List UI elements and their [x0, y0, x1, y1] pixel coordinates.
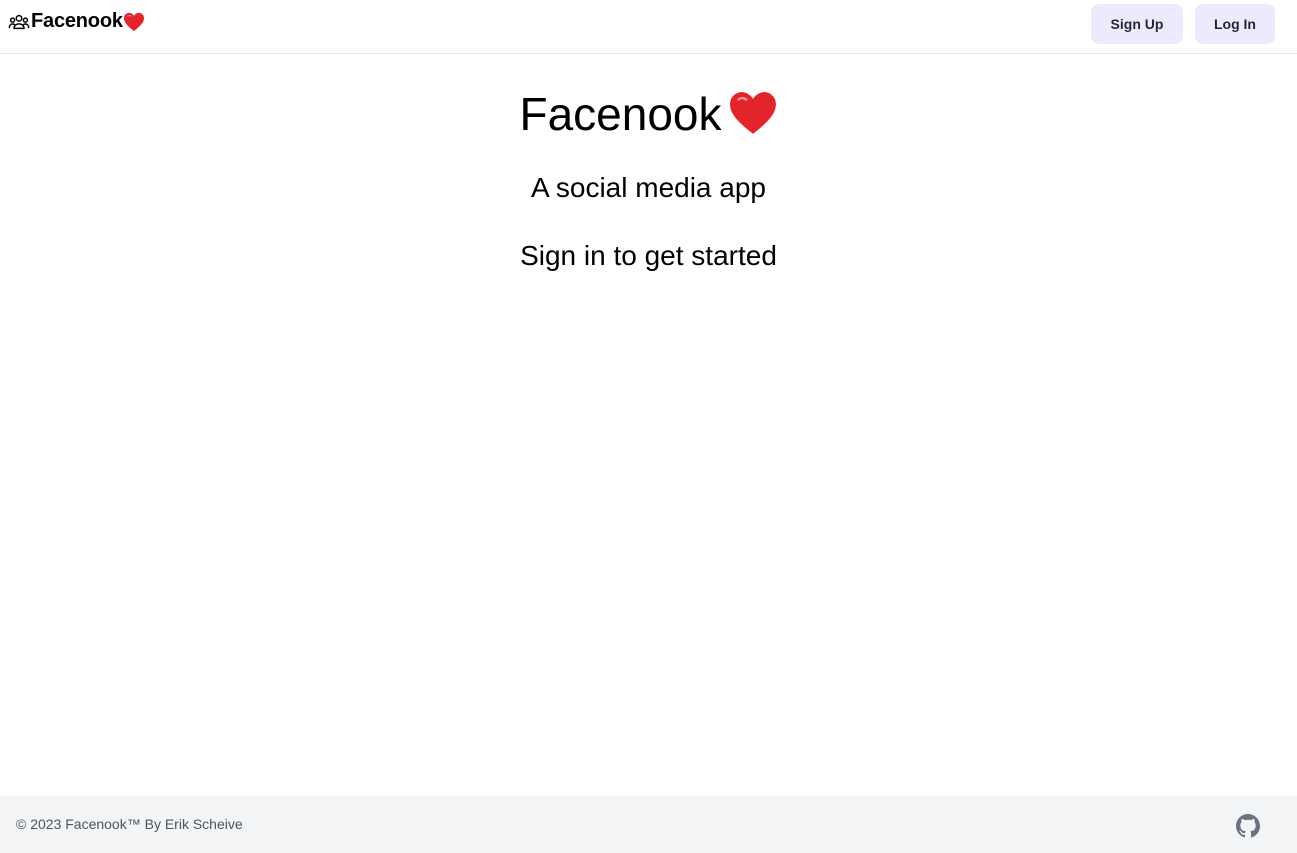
navbar: Facenook Sign Up Log In	[0, 0, 1297, 54]
users-icon	[8, 11, 30, 33]
hero-title: Facenook	[0, 84, 1297, 144]
heart-icon	[728, 90, 778, 136]
log-in-button[interactable]: Log In	[1195, 4, 1275, 44]
copyright-text: © 2023 Facenook™ By Erik Scheive	[16, 816, 243, 832]
subtitle: A social media app	[530, 172, 767, 203]
hero-title-text: Facenook	[519, 88, 722, 140]
sign-in-prompt: Sign in to get started	[520, 240, 777, 271]
heart-icon	[123, 12, 145, 32]
brand-link[interactable]: Facenook	[8, 10, 145, 33]
copyright-label: © 2023 Facenook™ By	[16, 816, 161, 832]
footer: © 2023 Facenook™ By Erik Scheive	[0, 796, 1297, 853]
github-icon[interactable]	[1236, 814, 1260, 838]
sign-up-button[interactable]: Sign Up	[1091, 4, 1183, 44]
author-link[interactable]: Erik Scheive	[165, 816, 243, 832]
brand-name: Facenook	[31, 10, 123, 32]
